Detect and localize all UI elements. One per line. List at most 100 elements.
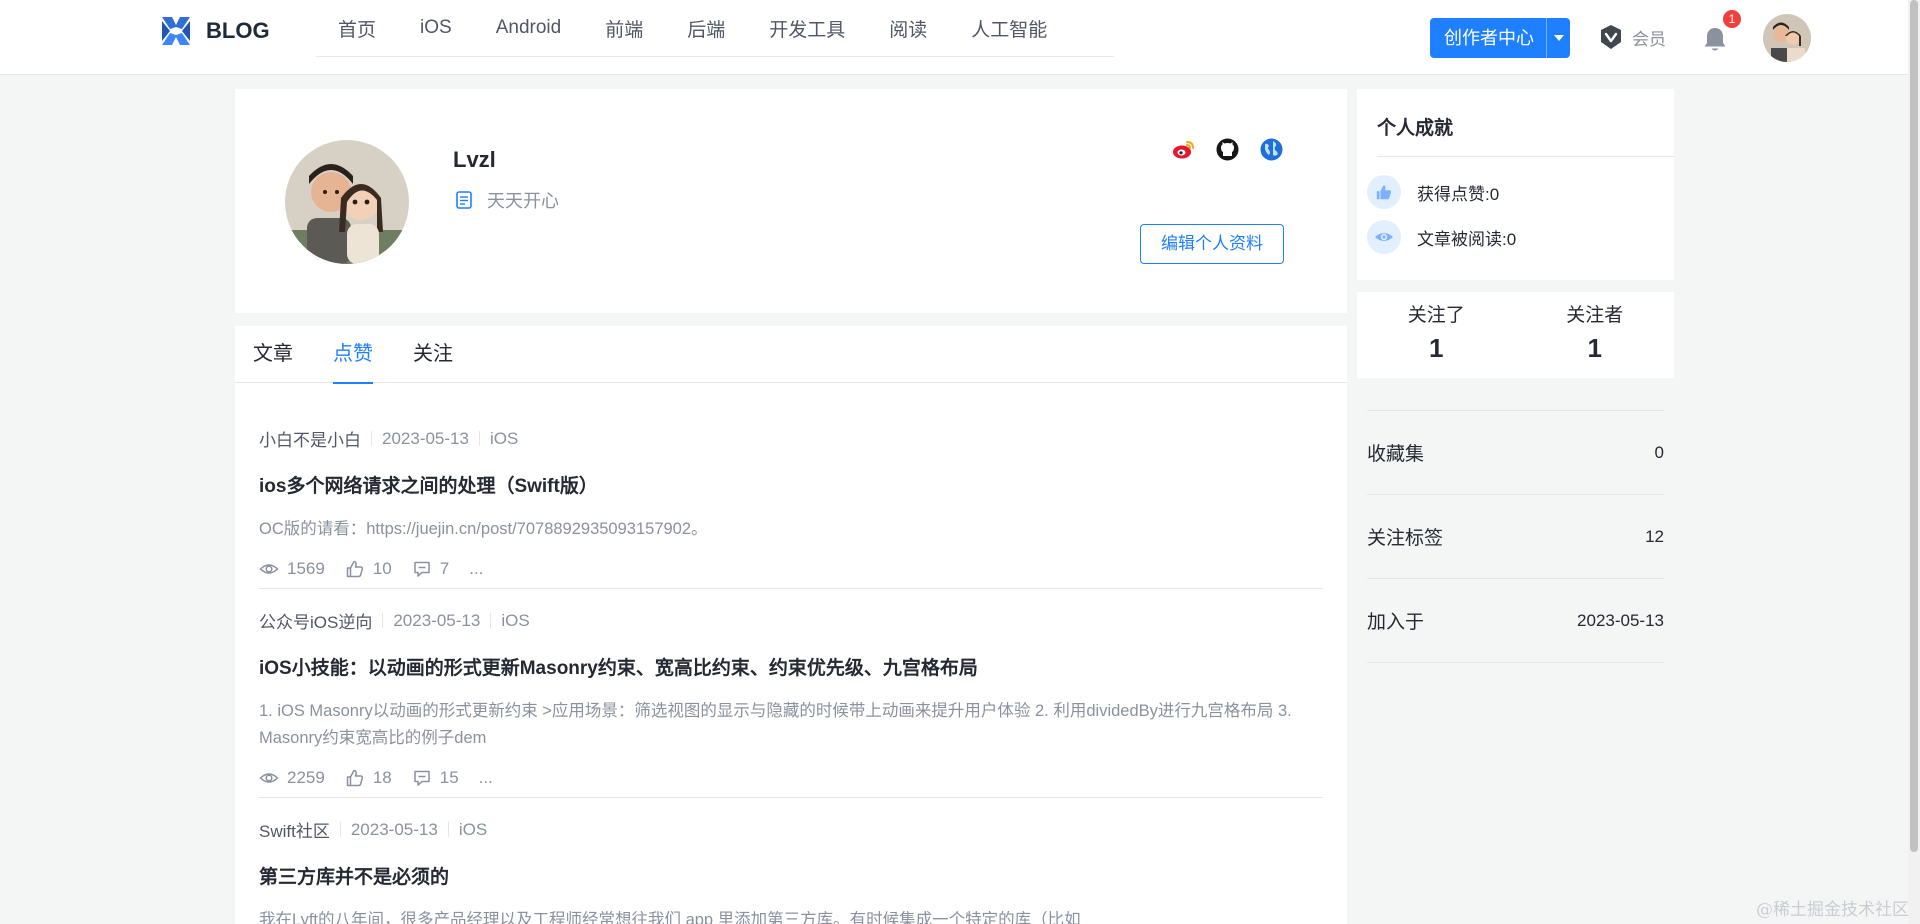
follow-stats-card: 关注了 1 关注者 1 (1357, 292, 1674, 378)
joined-row: 加入于 2023-05-13 (1367, 578, 1664, 662)
more-button[interactable]: ... (469, 559, 483, 579)
nav-item-ai[interactable]: 人工智能 (971, 15, 1047, 42)
nav-item-android[interactable]: Android (496, 17, 562, 39)
article-divider (259, 797, 1323, 798)
notification-badge: 1 (1723, 10, 1741, 28)
followers-label: 关注者 (1566, 305, 1624, 326)
article-meta: Swift社区 2023-05-13 iOS (259, 817, 1323, 842)
comment-icon (414, 561, 430, 577)
meta-divider (371, 431, 372, 446)
profile-avatar-image (285, 140, 409, 264)
avatar-image (1763, 14, 1811, 62)
nav-item-frontend[interactable]: 前端 (605, 15, 643, 42)
edit-profile-button[interactable]: 编辑个人资料 (1140, 224, 1284, 264)
article-item[interactable]: 公众号iOS逆向 2023-05-13 iOS iOS小技能：以动画的形式更新M… (259, 608, 1323, 788)
logo-icon (162, 17, 190, 45)
followed-tags-label: 关注标签 (1367, 528, 1444, 549)
followed-tags-value: 12 (1645, 526, 1664, 546)
collections-row[interactable]: 收藏集 0 (1367, 410, 1664, 494)
more-button[interactable]: ... (479, 768, 493, 788)
article-date: 2023-05-13 (393, 610, 481, 630)
creator-dropdown-arrow[interactable] (1546, 18, 1570, 58)
like-button[interactable]: 18 (345, 768, 392, 788)
github-icon[interactable] (1215, 137, 1240, 162)
reads-received: 文章被阅读:0 (1367, 220, 1516, 254)
article-author[interactable]: Swift社区 (259, 817, 330, 842)
followers-count: 1 (1587, 333, 1602, 363)
reads-received-text: 文章被阅读:0 (1417, 229, 1517, 249)
vip-icon (1601, 25, 1621, 49)
meta-divider (382, 613, 384, 628)
comment-button[interactable]: 7 (412, 559, 449, 579)
achievements-divider (1377, 156, 1674, 157)
article-tag[interactable]: iOS (459, 820, 487, 840)
followed-tags-row[interactable]: 关注标签 12 (1367, 494, 1664, 578)
following-stat[interactable]: 关注了 1 (1357, 292, 1516, 378)
creator-center-label[interactable]: 创作者中心 (1430, 18, 1546, 58)
article-item[interactable]: 小白不是小白 2023-05-13 iOS ios多个网络请求之间的处理（Swi… (259, 426, 1323, 579)
achievements-card: 个人成就 获得点赞:0 文章被阅读:0 (1357, 89, 1674, 280)
article-item[interactable]: Swift社区 2023-05-13 iOS 第三方库并不是必须的 我在Lyft… (259, 817, 1323, 924)
joined-value: 2023-05-13 (1577, 610, 1664, 630)
vip-entry[interactable]: 会员 (1598, 24, 1666, 50)
user-avatar[interactable] (1763, 14, 1811, 62)
likes-count: 18 (372, 768, 392, 787)
article-date: 2023-05-13 (382, 428, 469, 448)
article-meta: 公众号iOS逆向 2023-05-13 iOS (259, 608, 1323, 633)
bell-icon[interactable] (1700, 24, 1730, 54)
nav-item-devtools[interactable]: 开发工具 (769, 15, 845, 42)
joined-label: 加入于 (1367, 612, 1425, 633)
nav-item-ios[interactable]: iOS (420, 17, 452, 39)
article-divider (259, 588, 1323, 589)
comments-count: 7 (439, 559, 450, 578)
article-title[interactable]: ios多个网络请求之间的处理（Swift版） (259, 471, 1323, 498)
likes-received: 获得点赞:0 (1367, 175, 1499, 209)
collections-label: 收藏集 (1367, 444, 1425, 465)
article-title[interactable]: 第三方库并不是必须的 (259, 862, 1323, 889)
likes-count: 10 (372, 559, 392, 578)
website-icon[interactable] (1259, 137, 1284, 162)
meta-divider (478, 431, 480, 446)
eye-icon (1367, 220, 1401, 254)
article-author[interactable]: 小白不是小白 (259, 426, 361, 451)
article-actions: 1569 10 7 ... (259, 559, 1323, 579)
caret-down-icon (1553, 35, 1564, 41)
article-abstract[interactable]: 1. iOS Masonry以动画的形式更新约束 >应用场景：筛选视图的显示与隐… (259, 698, 1323, 752)
like-button[interactable]: 10 (345, 559, 392, 579)
social-links (1171, 137, 1284, 162)
thumbs-up-icon (1367, 175, 1401, 209)
nav-item-reading[interactable]: 阅读 (889, 15, 927, 42)
followers-stat[interactable]: 关注者 1 (1516, 292, 1675, 378)
nav-item-home[interactable]: 首页 (338, 15, 376, 42)
profile-name: Lvzl (453, 147, 496, 172)
comment-button[interactable]: 15 (412, 768, 459, 788)
achievements-title: 个人成就 (1377, 118, 1454, 139)
article-abstract[interactable]: OC版的请看：https://juejin.cn/post/7078892935… (259, 516, 1323, 543)
logo[interactable]: BLOG (158, 13, 270, 49)
creator-center-button[interactable]: 创作者中心 (1430, 18, 1570, 58)
views-count: 2259 (287, 768, 325, 787)
comments-count: 15 (439, 768, 459, 787)
liked-articles-panel: 文章 点赞 关注 小白不是小白 2023-05-13 iOS ios多个网络请求… (235, 326, 1347, 924)
tab-articles[interactable]: 文章 (253, 326, 293, 383)
profile-avatar[interactable] (285, 140, 409, 264)
likes-received-text: 获得点赞:0 (1417, 184, 1500, 204)
article-tag[interactable]: iOS (490, 429, 518, 449)
article-title[interactable]: iOS小技能：以动画的形式更新Masonry约束、宽高比约束、约束优先级、九宫格… (259, 653, 1323, 680)
watermark: @稀土掘金技术社区 (1756, 900, 1909, 920)
weibo-icon[interactable] (1171, 137, 1196, 162)
tab-likes[interactable]: 点赞 (333, 326, 373, 384)
article-abstract[interactable]: 我在Lyft的八年间，很多产品经理以及工程师经常想往我们 app 里添加第三方库… (259, 907, 1323, 924)
tab-following[interactable]: 关注 (413, 326, 453, 383)
stats-divider (1367, 662, 1664, 663)
article-actions: 2259 18 15 ... (259, 768, 1323, 788)
views-stat: 1569 (259, 559, 325, 579)
article-tag[interactable]: iOS (501, 611, 529, 631)
views-stat: 2259 (259, 768, 325, 788)
article-author[interactable]: 公众号iOS逆向 (259, 608, 372, 633)
scrollbar-thumb[interactable] (1910, 0, 1918, 852)
meta-divider (447, 822, 449, 837)
nav-item-backend[interactable]: 后端 (687, 15, 725, 42)
profile-card: Lvzl 天天开心 编辑个人资料 (235, 89, 1347, 313)
meta-divider (339, 822, 341, 837)
